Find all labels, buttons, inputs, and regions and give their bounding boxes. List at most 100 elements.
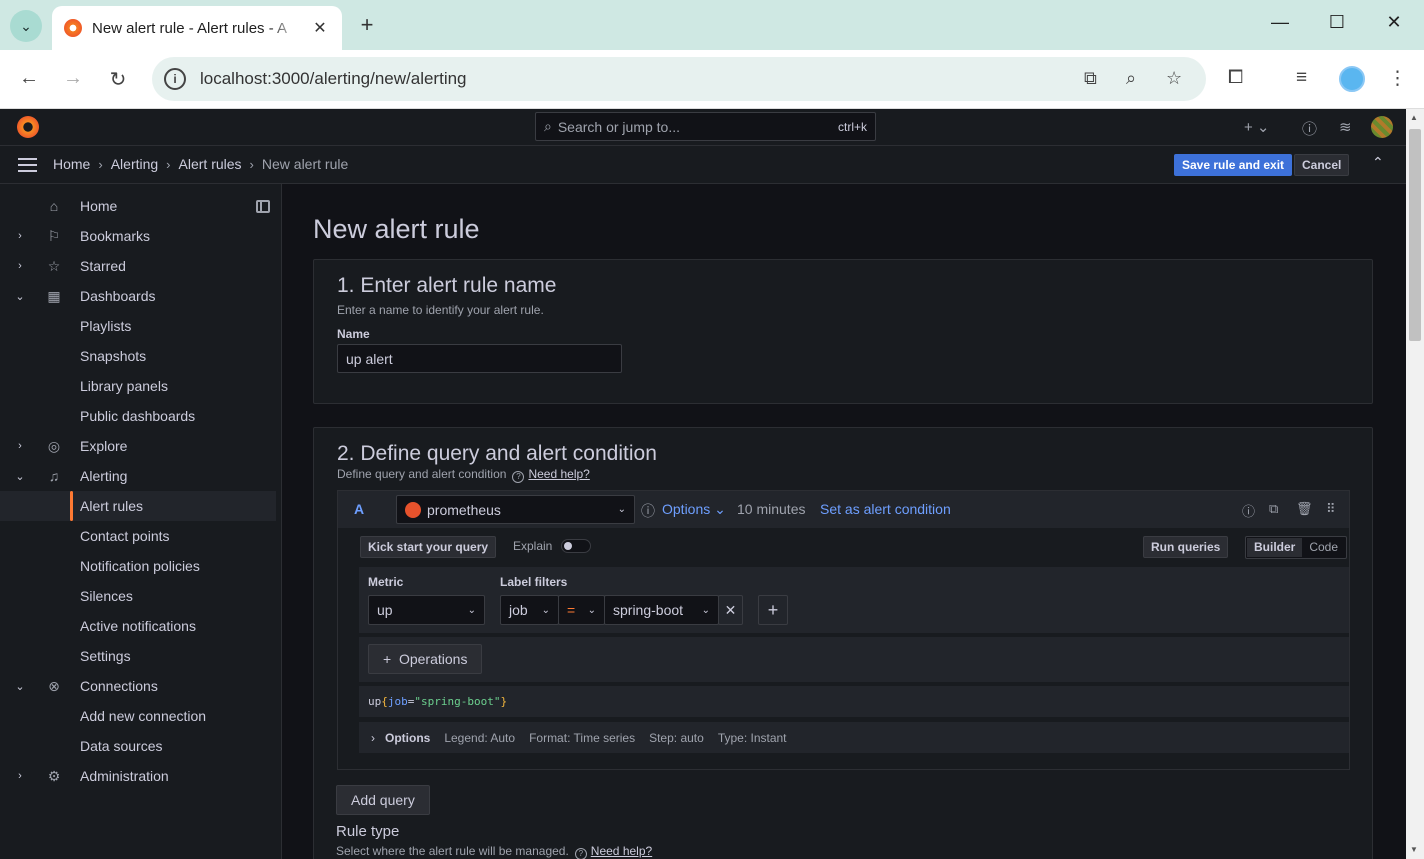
chevron-right-icon[interactable]: › — [14, 770, 26, 782]
section-title: 2. Define query and alert condition — [337, 442, 657, 465]
rule-type-need-help-link[interactable]: Need help? — [591, 844, 652, 858]
help-icon[interactable]: ⓘ — [1302, 118, 1317, 139]
remove-filter-icon[interactable]: ✕ — [718, 595, 743, 625]
query-ref[interactable]: A — [354, 501, 364, 517]
search-input[interactable]: ⌕ Search or jump to... ctrl+k — [535, 112, 876, 141]
query-options-label: Options — [662, 501, 711, 517]
breadcrumb-home[interactable]: Home — [53, 156, 90, 172]
sidebar-item-label: Data sources — [80, 738, 163, 754]
sidebar-item-public-dashboards[interactable]: Public dashboards — [0, 401, 276, 431]
save-rule-button[interactable]: Save rule and exit — [1174, 154, 1293, 176]
menu-kebab-icon[interactable]: ⋮ — [1388, 67, 1407, 90]
sidebar-item-starred[interactable]: › ☆ Starred — [0, 251, 276, 281]
set-alert-condition-link[interactable]: Set as alert condition — [820, 501, 951, 517]
breadcrumb-alert-rules[interactable]: Alert rules — [179, 156, 242, 172]
chevron-up-icon[interactable]: ⌃ — [1372, 154, 1384, 171]
bookmark-star-icon[interactable]: ☆ — [1166, 68, 1182, 89]
sidebar-item-alert-rules[interactable]: Alert rules — [0, 491, 276, 521]
chevron-right-icon[interactable]: › — [14, 440, 26, 452]
sidebar-item-contact-points[interactable]: Contact points — [0, 521, 276, 551]
back-icon[interactable]: ← — [16, 67, 42, 90]
chevron-down-icon[interactable]: ⌄ — [14, 680, 26, 693]
user-avatar[interactable] — [1371, 116, 1393, 138]
explain-toggle[interactable] — [561, 539, 591, 553]
operations-button[interactable]: + Operations — [368, 644, 483, 674]
sidebar-item-bookmarks[interactable]: › ⚐ Bookmarks — [0, 221, 276, 251]
address-bar[interactable]: i localhost:3000/alerting/new/alerting ⧉… — [152, 57, 1206, 101]
window-close-icon[interactable]: ✕ — [1380, 12, 1408, 33]
filter-key: job — [509, 602, 528, 618]
help-icon[interactable]: ⓘ — [1242, 501, 1255, 520]
sidebar-item-add-new-connection[interactable]: Add new connection — [0, 701, 276, 731]
browser-tab[interactable]: New alert rule - Alert rules - A ✕ — [52, 6, 342, 50]
chevron-down-icon[interactable]: ⌄ — [14, 290, 26, 303]
metric-select[interactable]: up ⌄ — [368, 595, 485, 625]
site-info-icon[interactable]: i — [164, 68, 186, 90]
scrollbar-thumb[interactable] — [1409, 129, 1421, 341]
sidebar-item-explore[interactable]: › ◎ Explore — [0, 431, 276, 461]
section-rule-name: 1. Enter alert rule name Enter a name to… — [313, 259, 1373, 404]
url-text[interactable]: localhost:3000/alerting/new/alerting — [200, 69, 467, 89]
query-options-button[interactable]: Options ⌄ — [662, 501, 726, 518]
datasource-picker[interactable]: prometheus ⌄ — [396, 495, 635, 524]
extensions-icon[interactable]: ⧠ — [1228, 67, 1243, 89]
filter-operator-select[interactable]: = ⌄ — [558, 595, 605, 625]
grafana-logo-icon[interactable] — [17, 116, 39, 138]
news-rss-icon[interactable]: ≋ — [1339, 118, 1352, 136]
zoom-icon[interactable]: ⌕ — [1126, 68, 1136, 89]
cancel-button[interactable]: Cancel — [1294, 154, 1350, 176]
search-shortcut: ctrl+k — [837, 119, 867, 134]
sidebar-item-administration[interactable]: › ⚙ Administration — [0, 761, 276, 791]
translate-icon[interactable]: ⧉ — [1084, 68, 1097, 89]
page-scrollbar[interactable]: ▲ ▼ — [1406, 109, 1424, 859]
filter-value-select[interactable]: spring-boot ⌄ — [604, 595, 719, 625]
sidebar-item-alerting[interactable]: ⌄ ♫ Alerting — [0, 461, 276, 491]
sidebar-item-label: Alert rules — [80, 498, 144, 514]
profile-avatar[interactable] — [1339, 66, 1365, 92]
new-plus-icon[interactable]: + ⌄ — [1244, 118, 1270, 136]
add-query-button[interactable]: Add query — [336, 785, 430, 815]
sidebar-item-dashboards[interactable]: ⌄ ▦ Dashboards — [0, 281, 276, 311]
sidebar-item-connections[interactable]: ⌄ ⊗ Connections — [0, 671, 276, 701]
menu-hamburger-icon[interactable] — [18, 158, 37, 172]
media-icon[interactable]: ≡ — [1296, 67, 1307, 89]
scroll-up-icon[interactable]: ▲ — [1410, 113, 1418, 122]
chevron-down-icon: ⌄ — [587, 604, 596, 616]
chevron-right-icon[interactable]: › — [14, 260, 26, 272]
sidebar-item-playlists[interactable]: Playlists — [0, 311, 276, 341]
kick-start-button[interactable]: Kick start your query — [360, 536, 497, 558]
minimize-icon[interactable]: — — [1266, 12, 1294, 33]
chevron-down-icon[interactable]: ⌄ — [14, 470, 26, 483]
browser-toolbar: ← → ↻ i localhost:3000/alerting/new/aler… — [0, 50, 1424, 109]
close-icon[interactable]: ✕ — [310, 18, 330, 38]
rule-name-input[interactable] — [337, 344, 622, 373]
chevron-right-icon[interactable]: › — [14, 230, 26, 242]
plus-icon: + — [383, 651, 392, 667]
duplicate-icon[interactable]: ⧉ — [1269, 501, 1278, 517]
builder-mode-option[interactable]: Builder — [1247, 538, 1303, 557]
trash-icon[interactable]: 🗑 — [1296, 501, 1313, 517]
sidebar-item-snapshots[interactable]: Snapshots — [0, 341, 276, 371]
new-tab-icon[interactable]: + — [354, 12, 380, 38]
drag-handle-icon[interactable]: ⠿ — [1326, 501, 1336, 517]
add-filter-icon[interactable]: + — [758, 595, 788, 625]
sidebar-item-home[interactable]: ⌂ Home — [0, 191, 276, 221]
sidebar-item-library-panels[interactable]: Library panels — [0, 371, 276, 401]
sidebar-item-notification-policies[interactable]: Notification policies — [0, 551, 276, 581]
query-options-row[interactable]: › Options Legend: Auto Format: Time seri… — [359, 722, 1349, 753]
breadcrumb-alerting[interactable]: Alerting — [111, 156, 158, 172]
filter-key-select[interactable]: job ⌄ — [500, 595, 559, 625]
need-help-link[interactable]: Need help? — [528, 467, 589, 481]
forward-icon[interactable]: → — [60, 67, 86, 90]
sidebar-item-data-sources[interactable]: Data sources — [0, 731, 276, 761]
sidebar-item-active-notifications[interactable]: Active notifications — [0, 611, 276, 641]
tab-search-icon[interactable]: ⌄ — [10, 10, 42, 42]
scroll-down-icon[interactable]: ▼ — [1410, 845, 1418, 854]
sidebar-item-silences[interactable]: Silences — [0, 581, 276, 611]
chevron-right-icon: › — [371, 730, 375, 745]
reload-icon[interactable]: ↻ — [105, 67, 131, 92]
run-queries-button[interactable]: Run queries — [1143, 536, 1229, 558]
code-mode-option[interactable]: Code — [1302, 538, 1345, 557]
maximize-icon[interactable]: ☐ — [1323, 12, 1351, 33]
sidebar-item-settings[interactable]: Settings — [0, 641, 276, 671]
